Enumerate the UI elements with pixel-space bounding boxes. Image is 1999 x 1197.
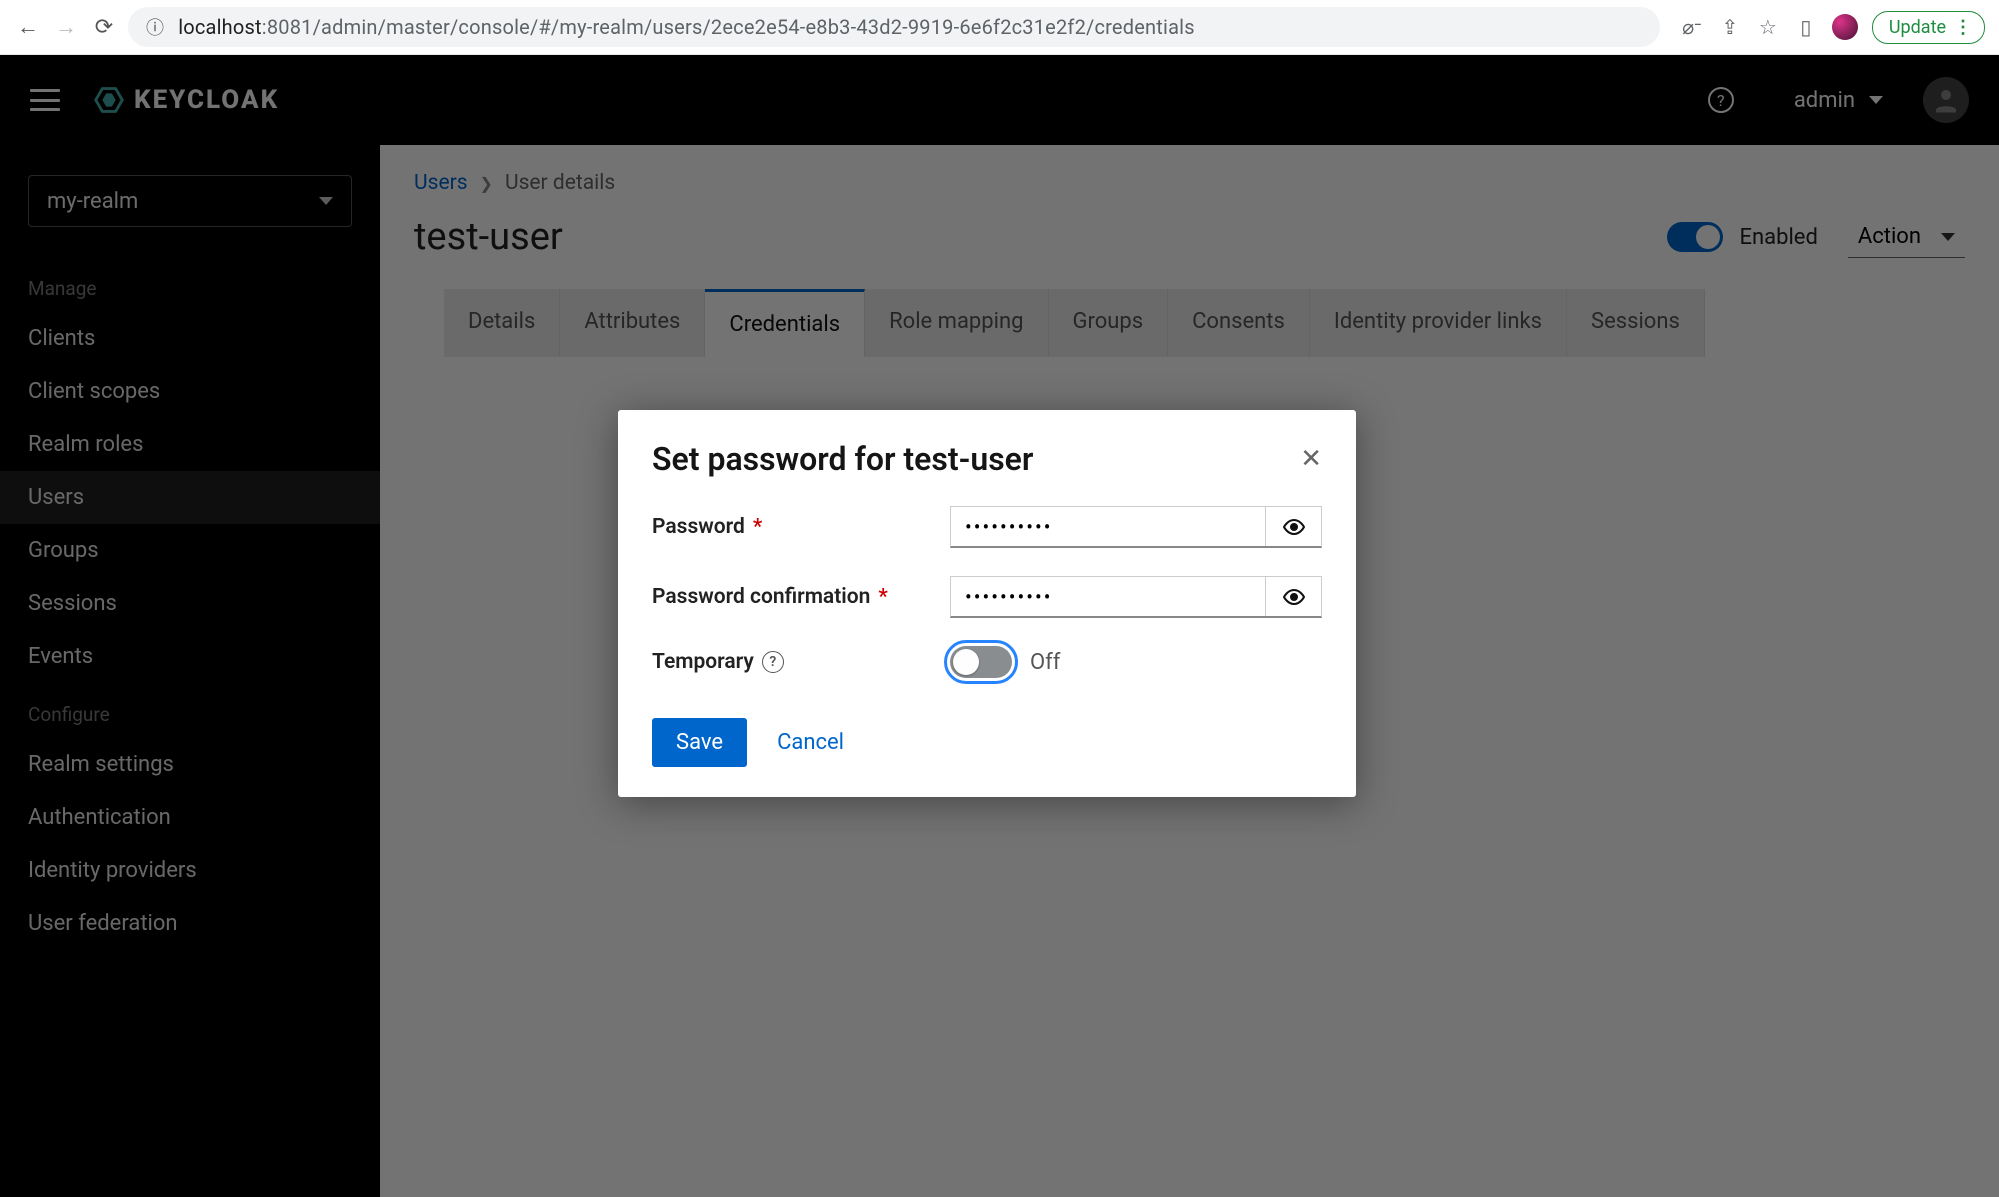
chrome-actions: ⌀⁻ ⇪ ☆ ▯ Update ⋮ <box>1680 11 1985 44</box>
back-icon[interactable]: ← <box>14 13 42 41</box>
url-port: :8081 <box>262 15 313 39</box>
browser-profile-avatar[interactable] <box>1832 14 1858 40</box>
close-icon[interactable]: ✕ <box>1300 444 1322 474</box>
confirm-label: Password confirmation* <box>652 585 950 609</box>
password-label: Password* <box>652 515 950 539</box>
password-input[interactable] <box>951 507 1265 546</box>
reload-icon[interactable]: ⟳ <box>90 13 118 41</box>
url-path: /admin/master/console/#/my-realm/users/2… <box>313 15 1195 39</box>
kebab-icon[interactable]: ⋮ <box>1954 17 1972 38</box>
password-field-wrap <box>950 506 1322 548</box>
update-label: Update <box>1889 17 1946 38</box>
reveal-password-icon[interactable] <box>1265 507 1321 546</box>
reveal-confirm-icon[interactable] <box>1265 577 1321 616</box>
temporary-state: Off <box>1030 650 1060 675</box>
browser-chrome: ← → ⟳ ⓘ localhost:8081/admin/master/cons… <box>0 0 1999 55</box>
app-frame: KEYCLOAK ? admin my-realm Manage Clients… <box>0 55 1999 1197</box>
help-icon[interactable]: ? <box>762 651 784 673</box>
modal-title: Set password for test-user <box>652 440 1033 478</box>
share-icon[interactable]: ⇪ <box>1718 15 1742 39</box>
site-info-icon[interactable]: ⓘ <box>146 14 164 40</box>
address-bar[interactable]: ⓘ localhost:8081/admin/master/console/#/… <box>128 7 1660 47</box>
temporary-label: Temporary ? <box>652 650 950 674</box>
browser-update-button[interactable]: Update ⋮ <box>1872 11 1985 44</box>
url-host: localhost <box>178 15 262 39</box>
forward-icon[interactable]: → <box>52 13 80 41</box>
panel-icon[interactable]: ▯ <box>1794 15 1818 39</box>
confirm-field-wrap <box>950 576 1322 618</box>
save-button[interactable]: Save <box>652 718 747 767</box>
confirm-input[interactable] <box>951 577 1265 616</box>
cancel-button[interactable]: Cancel <box>777 730 844 755</box>
set-password-modal: Set password for test-user ✕ Password* P… <box>618 410 1356 797</box>
bookmark-icon[interactable]: ☆ <box>1756 15 1780 39</box>
temporary-toggle[interactable] <box>950 646 1012 678</box>
key-icon[interactable]: ⌀⁻ <box>1680 15 1704 39</box>
